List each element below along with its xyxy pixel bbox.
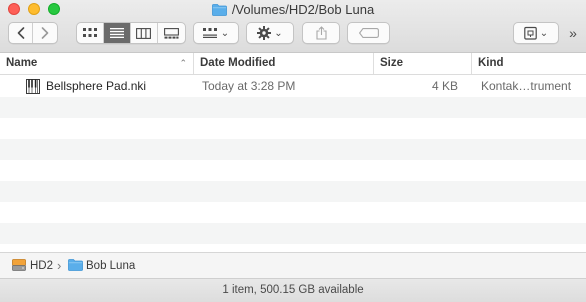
gallery-icon bbox=[163, 27, 179, 39]
file-name: Bellsphere Pad.nki bbox=[46, 79, 147, 93]
file-date-modified: Today at 3:28 PM bbox=[202, 79, 296, 93]
keyboard-instrument-icon bbox=[26, 79, 40, 97]
column-header-name[interactable]: Name ⌃ bbox=[0, 53, 194, 74]
empty-row bbox=[0, 202, 586, 223]
group-icon bbox=[202, 28, 217, 38]
empty-row bbox=[0, 97, 586, 118]
action-menu-button[interactable]: ⌄ bbox=[246, 22, 294, 44]
pathbar-item-bob-luna[interactable]: Bob Luna bbox=[86, 253, 135, 279]
icon-view-button[interactable] bbox=[77, 23, 104, 43]
empty-row bbox=[0, 160, 586, 181]
chevron-down-icon: ⌄ bbox=[539, 27, 549, 39]
view-mode-control bbox=[76, 22, 186, 44]
toolbar-overflow-button[interactable]: » bbox=[565, 24, 581, 42]
file-row[interactable]: Bellsphere Pad.nki Today at 3:28 PM 4 KB… bbox=[0, 76, 586, 97]
sort-ascending-icon: ⌃ bbox=[179, 58, 187, 68]
file-list: Bellsphere Pad.nki Today at 3:28 PM 4 KB… bbox=[0, 76, 586, 248]
column-header: Name ⌃ Date Modified Size Kind bbox=[0, 53, 586, 75]
group-by-button[interactable]: ⌄ bbox=[193, 22, 239, 44]
pathbar-item-hd2[interactable]: HD2 bbox=[30, 253, 53, 279]
column-header-date-label: Date Modified bbox=[200, 57, 276, 69]
empty-row bbox=[0, 139, 586, 160]
finder-window: /Volumes/HD2/Bob Luna ⌄ ⌄ ⌄ » Name ⌃ Dat… bbox=[0, 0, 586, 302]
status-bar: 1 item, 500.15 GB available bbox=[0, 278, 586, 302]
columns-icon bbox=[136, 27, 152, 39]
hard-drive-icon bbox=[12, 259, 26, 274]
icon-grid-icon bbox=[82, 28, 97, 37]
path-bar: HD2 › Bob Luna bbox=[0, 252, 586, 278]
empty-row bbox=[0, 223, 586, 244]
column-view-button[interactable] bbox=[131, 23, 158, 43]
list-icon bbox=[109, 28, 124, 38]
tag-icon bbox=[358, 28, 379, 38]
path-device-menu-button[interactable]: ⌄ bbox=[513, 22, 559, 44]
chevron-down-icon: ⌄ bbox=[274, 27, 283, 39]
window-title: /Volumes/HD2/Bob Luna bbox=[0, 2, 586, 20]
titlebar: /Volumes/HD2/Bob Luna ⌄ ⌄ ⌄ » bbox=[0, 0, 586, 53]
chevron-left-icon bbox=[17, 27, 24, 39]
edit-tags-button[interactable] bbox=[347, 22, 390, 44]
empty-row bbox=[0, 181, 586, 202]
gear-icon bbox=[257, 26, 272, 40]
share-icon bbox=[315, 26, 327, 40]
column-header-date[interactable]: Date Modified bbox=[194, 53, 374, 74]
column-header-size[interactable]: Size bbox=[374, 53, 472, 74]
empty-row bbox=[0, 118, 586, 139]
status-text: 1 item, 500.15 GB available bbox=[222, 284, 364, 296]
chevron-down-icon: ⌄ bbox=[220, 27, 230, 39]
share-button[interactable] bbox=[302, 22, 340, 44]
file-kind: Kontak…trument bbox=[481, 79, 572, 93]
column-header-name-label: Name bbox=[6, 57, 38, 69]
gallery-view-button[interactable] bbox=[158, 23, 185, 43]
window-title-text: /Volumes/HD2/Bob Luna bbox=[231, 2, 375, 17]
drive-icon bbox=[523, 26, 537, 40]
column-header-kind-label: Kind bbox=[478, 57, 504, 69]
folder-icon bbox=[68, 259, 83, 274]
file-size: 4 KB bbox=[432, 79, 459, 93]
column-header-size-label: Size bbox=[380, 57, 404, 69]
column-header-kind[interactable]: Kind bbox=[472, 53, 586, 74]
chevron-right-icon: › bbox=[57, 258, 62, 273]
forward-button[interactable] bbox=[33, 23, 57, 43]
chevron-right-icon bbox=[41, 27, 49, 39]
back-forward-control bbox=[8, 22, 58, 44]
folder-icon bbox=[211, 4, 227, 20]
list-view-button[interactable] bbox=[103, 23, 132, 43]
back-button[interactable] bbox=[9, 23, 34, 43]
